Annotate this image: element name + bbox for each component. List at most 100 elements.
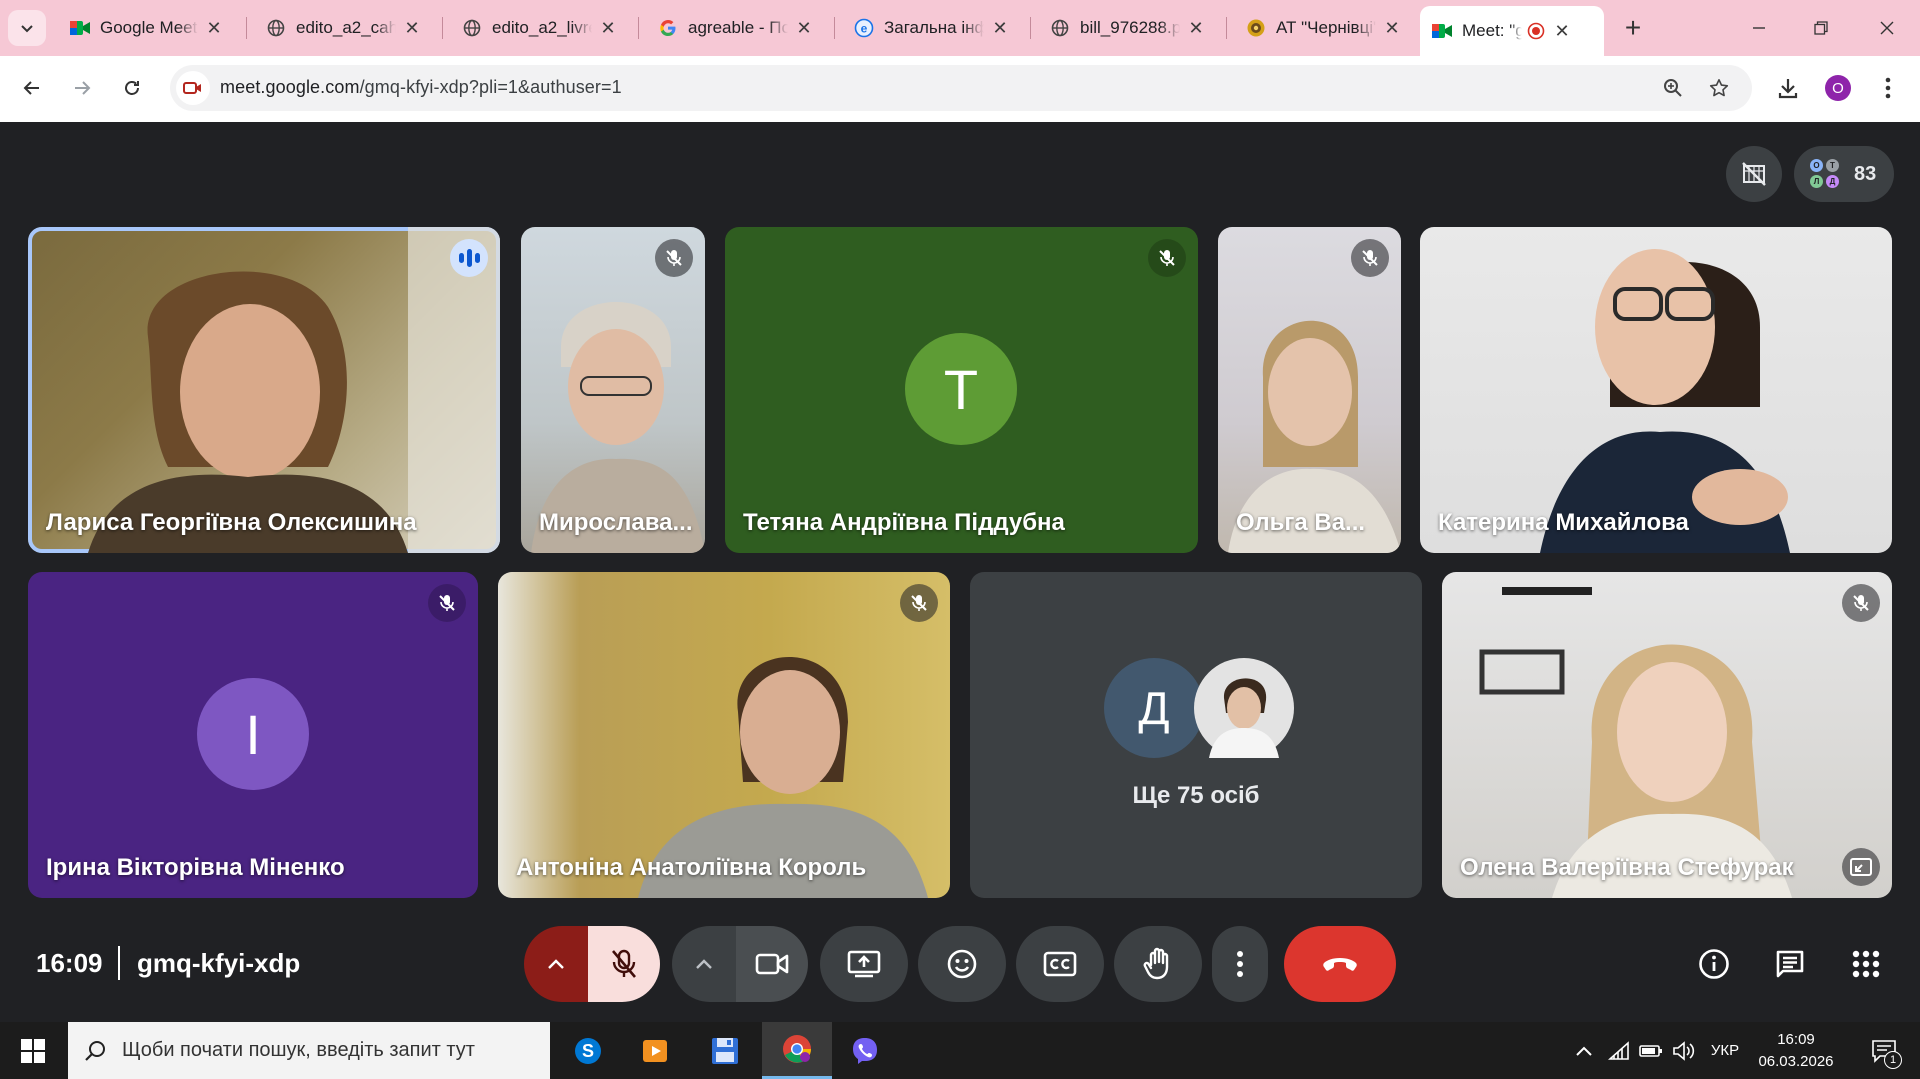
- activities-button[interactable]: [1836, 934, 1896, 994]
- wifi-icon: [1608, 1040, 1629, 1060]
- forward-button[interactable]: [62, 68, 102, 108]
- browser-tab-edito-livre[interactable]: edito_a2_livre ✕: [450, 8, 630, 48]
- participant-avatars-icon: O T Л Д: [1808, 157, 1842, 191]
- participant-tile[interactable]: Лариса Георгіївна Олексишина: [28, 227, 500, 553]
- reload-button[interactable]: [112, 68, 152, 108]
- browser-menu-button[interactable]: [1868, 68, 1908, 108]
- address-bar[interactable]: meet.google.com/gmq-kfyi-xdp?pli=1&authu…: [170, 65, 1752, 111]
- host-controls-button[interactable]: [1726, 146, 1782, 202]
- meeting-code: gmq-kfyi-xdp: [137, 948, 301, 978]
- apps-grid-icon: [1852, 950, 1880, 978]
- more-participants-tile[interactable]: Д Ще 75 осіб: [970, 572, 1422, 898]
- zoom-icon: [1664, 79, 1682, 97]
- recording-icon: [1526, 21, 1546, 41]
- videocam-icon: [755, 953, 789, 975]
- captions-button[interactable]: [1016, 926, 1104, 1002]
- volume-button[interactable]: [1668, 1022, 1700, 1079]
- raise-hand-button[interactable]: [1114, 926, 1202, 1002]
- tab-title: agreable - Пошук: [688, 18, 788, 37]
- close-icon[interactable]: ✕: [794, 18, 814, 38]
- participant-tile[interactable]: Т Тетяна Андріївна Піддубна: [725, 227, 1198, 553]
- mic-off-icon: [900, 584, 938, 622]
- close-icon[interactable]: ✕: [990, 18, 1010, 38]
- participant-tile[interactable]: Ольга Ва...: [1218, 227, 1401, 553]
- participant-tile[interactable]: Мирослава...: [521, 227, 705, 553]
- participant-tile[interactable]: Катерина Михайлова: [1420, 227, 1892, 553]
- microphone-toggle-button[interactable]: [588, 926, 660, 1002]
- present-screen-button[interactable]: [820, 926, 908, 1002]
- chevron-up-icon: [1576, 1046, 1592, 1056]
- windows-taskbar: Щоби почати пошук, введіть запит тут S У…: [0, 1022, 1920, 1079]
- url-text: meet.google.com/gmq-kfyi-xdp?pli=1&authu…: [220, 77, 622, 98]
- taskbar-search-input[interactable]: Щоби почати пошук, введіть запит тут: [68, 1022, 550, 1079]
- participants-button[interactable]: O T Л Д 83: [1794, 146, 1894, 202]
- close-window-button[interactable]: [1856, 4, 1918, 52]
- tab-title: АТ "Чернівці": [1276, 18, 1376, 37]
- browser-tab-general-info[interactable]: e Загальна інформація ✕: [842, 8, 1022, 48]
- participant-video: [638, 657, 928, 898]
- start-button[interactable]: [0, 1022, 66, 1079]
- zoom-button[interactable]: [1658, 73, 1688, 103]
- minimize-button[interactable]: [1728, 4, 1790, 52]
- more-options-button[interactable]: [1212, 926, 1268, 1002]
- send-reaction-button[interactable]: [918, 926, 1006, 1002]
- participant-count: 83: [1854, 162, 1877, 185]
- close-icon: [1880, 21, 1894, 35]
- video-options-button[interactable]: [672, 926, 736, 1002]
- show-hidden-icons-button[interactable]: [1568, 1022, 1600, 1079]
- camera-toggle-button[interactable]: [736, 926, 808, 1002]
- browser-tab-bill-pdf[interactable]: bill_976288.pdf ✕: [1038, 8, 1218, 48]
- downloads-button[interactable]: [1768, 68, 1808, 108]
- taskbar-app-skype[interactable]: S: [555, 1022, 621, 1079]
- close-icon[interactable]: ✕: [1382, 18, 1402, 38]
- skype-icon: S: [575, 1037, 601, 1064]
- browser-tab-edito-cahier[interactable]: edito_a2_cahier ✕: [254, 8, 434, 48]
- picture-in-picture-button[interactable]: [1842, 848, 1880, 886]
- taskbar-app-chrome[interactable]: [762, 1022, 832, 1079]
- participant-tile[interactable]: Антоніна Анатоліївна Король: [498, 572, 950, 898]
- tab-search-dropdown-button[interactable]: [8, 10, 46, 46]
- input-language-button[interactable]: УКР: [1704, 1022, 1746, 1079]
- battery-button[interactable]: [1636, 1022, 1666, 1079]
- audio-options-button[interactable]: [524, 926, 588, 1002]
- edge-e-icon: e: [854, 18, 874, 38]
- chat-button[interactable]: [1760, 934, 1820, 994]
- leave-call-button[interactable]: [1284, 926, 1396, 1002]
- more-participants-label: Ще 75 осіб: [1132, 782, 1260, 809]
- close-icon[interactable]: ✕: [598, 18, 618, 38]
- close-icon[interactable]: ✕: [1552, 21, 1572, 41]
- close-icon[interactable]: ✕: [402, 18, 422, 38]
- minimize-icon: [1753, 27, 1765, 29]
- chevron-up-icon: [696, 959, 712, 969]
- browser-tab-at-chernivtsi[interactable]: АТ "Чернівці" ✕: [1234, 8, 1414, 48]
- close-icon[interactable]: ✕: [1186, 18, 1206, 38]
- network-button[interactable]: [1604, 1022, 1634, 1079]
- browser-tab-google-search[interactable]: agreable - Пошук ✕: [646, 8, 826, 48]
- browser-tab-google-meet[interactable]: Google Meet ✕: [58, 8, 236, 48]
- site-info-button[interactable]: [176, 71, 210, 105]
- participant-avatar-photo: [1194, 658, 1294, 758]
- taskbar-app-viber[interactable]: [832, 1022, 898, 1079]
- more-vert-icon: [1885, 77, 1891, 99]
- participant-tile[interactable]: Олена Валеріївна Стефурак: [1442, 572, 1892, 898]
- meet-icon: [70, 18, 90, 38]
- taskbar-app-save[interactable]: [692, 1022, 758, 1079]
- info-icon: [1699, 949, 1729, 979]
- notifications-button[interactable]: 1: [1856, 1022, 1912, 1079]
- back-button[interactable]: [12, 68, 52, 108]
- reload-icon: [125, 81, 139, 95]
- meeting-details-button[interactable]: [1684, 934, 1744, 994]
- call-end-icon: [1323, 958, 1357, 971]
- taskbar-app-media-player[interactable]: [622, 1022, 688, 1079]
- new-tab-button[interactable]: +: [1615, 10, 1651, 46]
- participant-tile[interactable]: І Ірина Вікторівна Міненко: [28, 572, 478, 898]
- participant-name: Ольга Ва...: [1236, 509, 1366, 536]
- taskbar-date: 06.03.2026: [1758, 1052, 1834, 1070]
- bookmark-button[interactable]: [1704, 73, 1734, 103]
- close-icon[interactable]: ✕: [204, 18, 224, 38]
- url-host: meet.google.com: [220, 77, 360, 97]
- browser-tab-meet-active[interactable]: Meet: "gmq-kfyi-xdp" ✕: [1420, 6, 1604, 56]
- profile-button[interactable]: O: [1818, 68, 1858, 108]
- restore-button[interactable]: [1790, 4, 1852, 52]
- taskbar-clock[interactable]: 16:09 06.03.2026: [1748, 1022, 1844, 1079]
